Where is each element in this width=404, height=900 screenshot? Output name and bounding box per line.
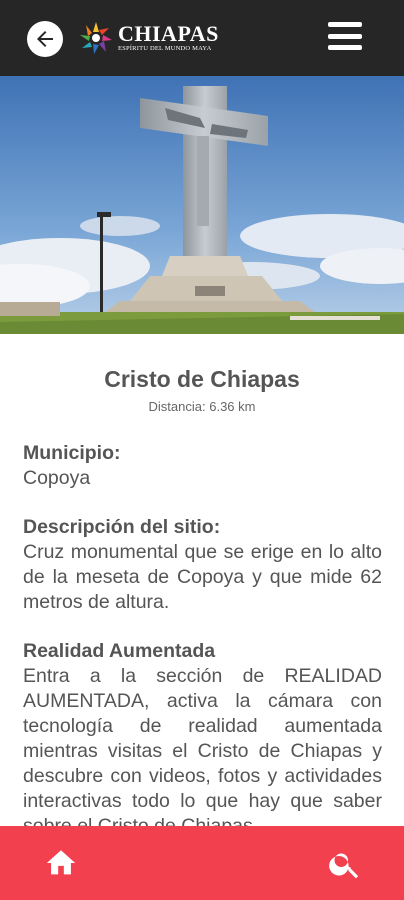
- hamburger-line: [328, 33, 362, 39]
- logo-title: CHIAPAS: [118, 21, 219, 47]
- descripcion-label: Descripción del sitio:: [23, 516, 221, 538]
- realidad-aumentada-label: Realidad Aumentada: [23, 640, 216, 662]
- municipio-value: Copoya: [23, 467, 91, 489]
- logo-subtitle: ESPÍRITU DEL MUNDO MAYA: [118, 45, 212, 53]
- descripcion-value: Cruz monumental que se erige en lo alto …: [23, 541, 382, 613]
- search-icon: [329, 853, 359, 879]
- chiapas-logo: CHIAPAS ESPÍRITU DEL MUNDO MAYA: [78, 20, 219, 56]
- back-arrow-icon: [37, 31, 53, 47]
- bottom-navigation: [0, 826, 404, 900]
- realidad-aumentada-value: Entra a la sección de REALIDAD AUMENTADA…: [23, 665, 382, 826]
- site-distance: Distancia: 6.36 km: [148, 399, 256, 414]
- municipio-label: Municipio:: [23, 442, 121, 464]
- site-title: Cristo de Chiapas: [104, 366, 300, 392]
- top-app-bar: CHIAPAS ESPÍRITU DEL MUNDO MAYA: [0, 0, 404, 76]
- hamburger-line: [328, 45, 362, 50]
- home-button[interactable]: [44, 846, 78, 880]
- menu-button[interactable]: [328, 22, 362, 50]
- search-button[interactable]: [327, 846, 363, 882]
- site-photo: [0, 76, 404, 334]
- logo-mark-icon: [80, 22, 112, 54]
- hamburger-menu-icon: [328, 22, 362, 27]
- cristo-de-chiapas-photo: [0, 76, 404, 334]
- back-button[interactable]: [27, 21, 63, 57]
- home-icon: [46, 850, 76, 875]
- site-details: Cristo de Chiapas Distancia: 6.36 km Mun…: [0, 334, 404, 826]
